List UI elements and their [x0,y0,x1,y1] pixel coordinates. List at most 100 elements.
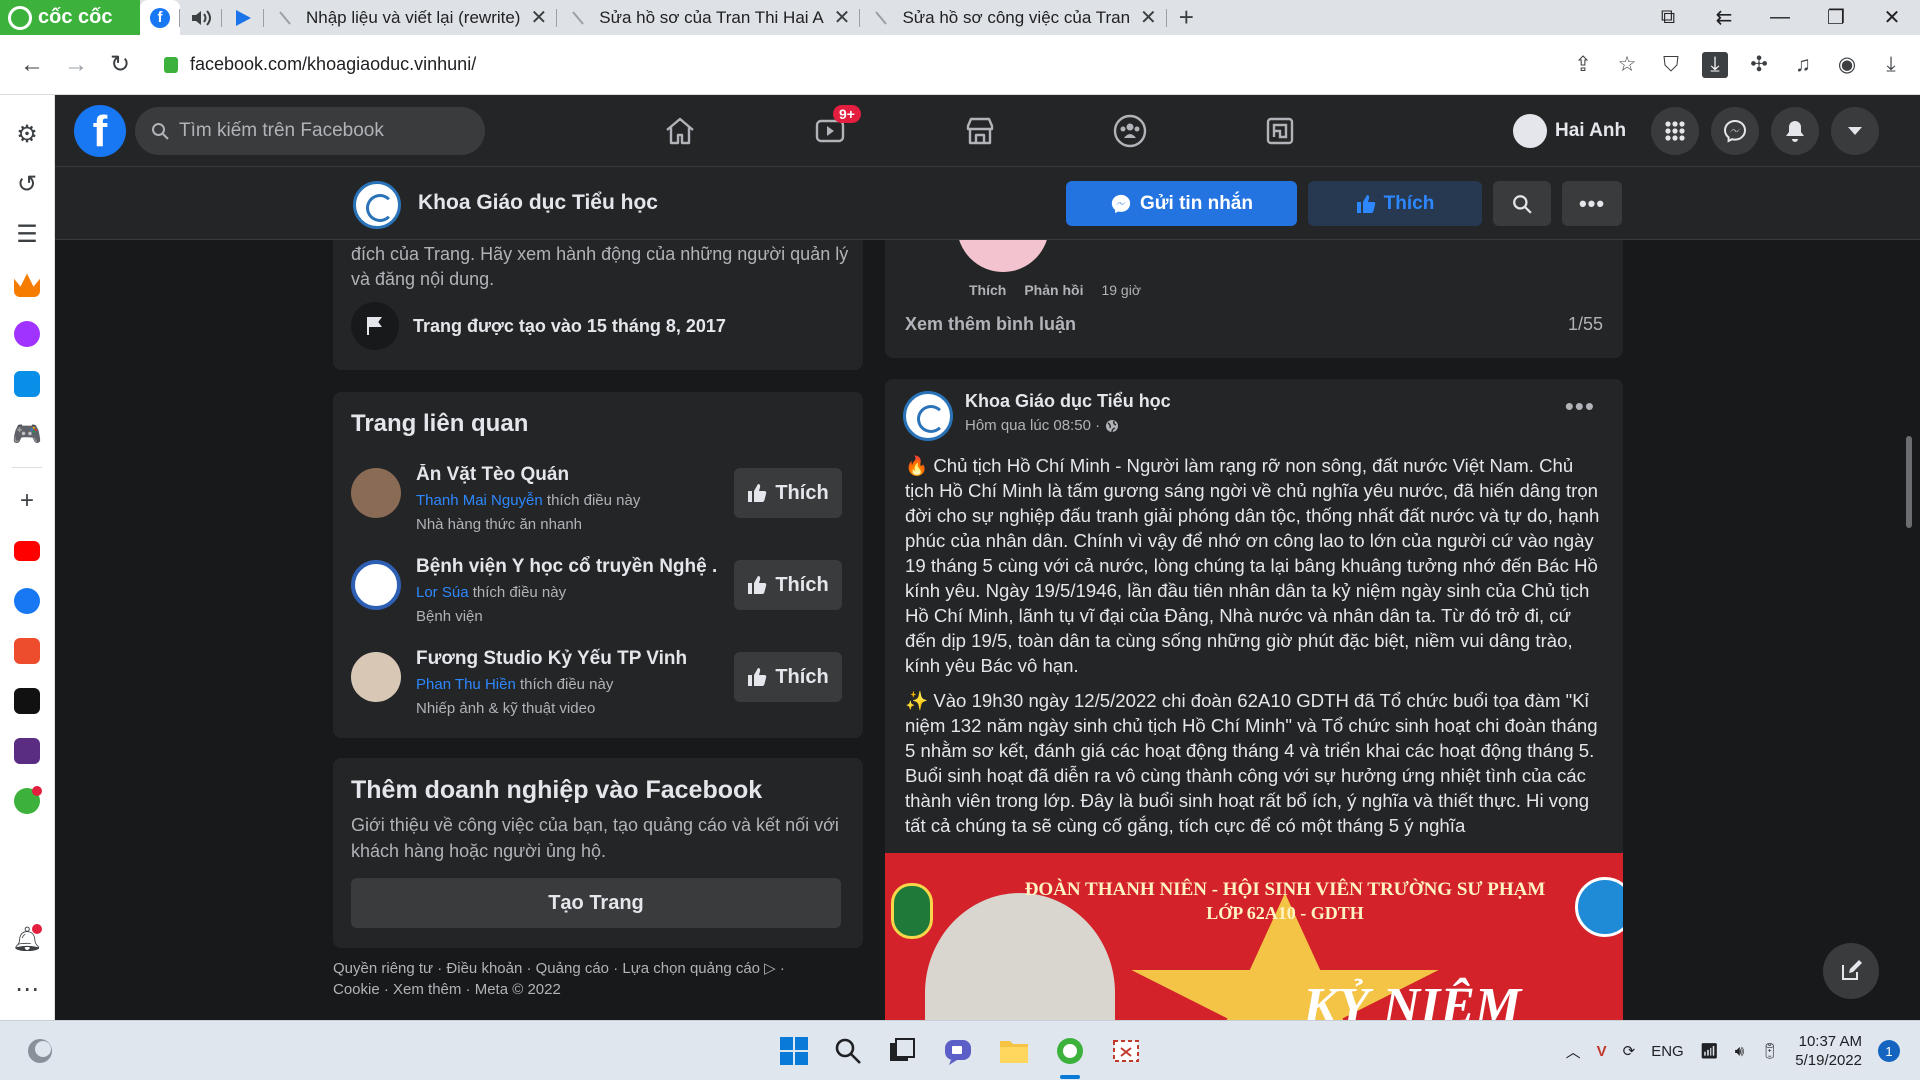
bell-icon[interactable]: 🔔︎ [10,922,44,956]
task-view-icon[interactable] [886,1035,918,1067]
scrollbar-thumb[interactable] [1906,436,1912,528]
avatar[interactable] [903,391,953,441]
nav-gaming[interactable] [1225,95,1335,167]
like-related-button[interactable]: Thích [734,560,842,610]
search-page-button[interactable] [1493,181,1551,226]
settings-gear-icon[interactable]: ⚙ [10,117,44,151]
screenshot-icon[interactable]: ⧉ [1640,6,1696,29]
maximize-button[interactable]: ❐ [1808,5,1864,30]
liker-name[interactable]: Thanh Mai Nguyễn [416,492,543,509]
tab-edit-job-profile[interactable]: Sửa hồ sơ công việc của Tran ✕ [860,0,1167,35]
speaker-icon[interactable] [190,7,212,29]
like-page-button[interactable]: Thích [1308,181,1482,226]
page-title[interactable]: Khoa Giáo dục Tiểu học [418,191,658,215]
download-video-icon[interactable]: ⤓ [1702,51,1728,78]
menu-button[interactable] [1651,107,1699,155]
tab-media[interactable] [222,0,264,35]
related-page-name[interactable]: Fương Studio Kỷ Yếu TP Vinh [416,648,687,670]
nav-groups[interactable] [1075,95,1185,167]
chat-icon[interactable] [942,1035,974,1067]
shield-icon[interactable]: ⛉ [1658,52,1684,78]
search-icon[interactable] [832,1035,864,1067]
comment-like-link[interactable]: Thích [969,282,1006,298]
tray-refresh-icon[interactable]: ⟳ [1623,1042,1636,1060]
music-icon[interactable]: ♫ [1790,52,1816,78]
game-app-icon[interactable] [10,734,44,768]
like-related-button[interactable]: Thích [734,652,842,702]
see-more-comments-link[interactable]: Xem thêm bình luận [905,314,1076,335]
page-more-button[interactable]: ••• [1562,181,1622,226]
related-page-name[interactable]: Bệnh viện Y học cổ truyền Nghệ ... [416,556,716,578]
account-button[interactable] [1831,107,1879,155]
shopee-icon[interactable] [10,634,44,668]
profile-button[interactable]: Hai Anh [1513,111,1626,151]
tray-chevron-up-icon[interactable]: ︿ [1566,1041,1581,1062]
facebook-icon[interactable] [10,584,44,618]
profile-icon[interactable]: ◉ [1834,52,1860,78]
messenger-button[interactable] [1711,107,1759,155]
tray-app-icon[interactable]: V [1597,1043,1607,1060]
zalo-icon[interactable] [10,367,44,401]
nav-home[interactable] [625,95,735,167]
messenger-icon[interactable] [10,317,44,351]
bookmark-star-icon[interactable]: ☆ [1614,52,1640,78]
comment-time[interactable]: 19 giờ [1101,282,1141,298]
nav-watch[interactable]: 9+ [775,95,885,167]
tab-edit-profile[interactable]: Sửa hồ sơ của Tran Thi Hai A ✕ [557,0,861,35]
share-icon[interactable]: ⇪ [1570,52,1596,78]
post-time-text[interactable]: Hôm qua lúc 08:50 · [965,417,1100,434]
like-related-button[interactable]: Thích [734,468,842,518]
close-tab-icon[interactable]: ✕ [1140,5,1157,30]
notification-count-badge[interactable]: 1 [1878,1040,1900,1062]
volume-icon[interactable]: 🔊︎ [1735,1043,1744,1060]
related-page-name[interactable]: Ăn Vặt Tèo Quán [416,464,569,486]
tab-audio[interactable] [180,0,222,35]
liker-name[interactable]: Phan Thu Hiền [416,676,516,693]
wifi-icon[interactable]: 📶︎ [1700,1042,1719,1060]
crown-icon[interactable] [10,267,44,301]
extensions-puzzle-icon[interactable]: ✣ [1746,52,1772,78]
clock[interactable]: 10:37 AM 5/19/2022 [1795,1032,1862,1070]
post-author[interactable]: Khoa Giáo dục Tiểu học [965,391,1171,412]
facebook-logo-icon[interactable]: f [74,105,126,157]
new-tab-button[interactable]: + [1167,2,1206,33]
snipping-tool-icon[interactable] [1110,1035,1142,1067]
reading-list-icon[interactable]: ☰ [10,217,44,251]
new-message-button[interactable] [1823,943,1879,999]
file-explorer-icon[interactable] [998,1035,1030,1067]
add-app-icon[interactable]: + [10,484,44,518]
youtube-icon[interactable] [10,534,44,568]
forward-button[interactable]: → [54,51,98,79]
coccoc-taskbar-icon[interactable] [1054,1035,1086,1067]
send-message-button[interactable]: Gửi tin nhắn [1066,181,1297,226]
coccoc-app-icon[interactable] [10,784,44,818]
create-page-button[interactable]: Tạo Trang [351,878,841,928]
avatar[interactable] [351,560,401,610]
tiktok-icon[interactable] [10,684,44,718]
tab-facebook[interactable]: f [140,0,180,35]
post-options-button[interactable]: ••• [1565,391,1595,422]
more-icon[interactable]: ⋯ [10,972,44,1006]
post-image[interactable]: ĐOÀN THANH NIÊN - HỘI SINH VIÊN TRƯỜNG S… [885,853,1623,1020]
minimize-button[interactable]: — [1752,6,1808,29]
liker-name[interactable]: Lor Súa [416,584,469,601]
sync-icon[interactable]: ⇇ [1696,5,1752,30]
reload-button[interactable]: ↻ [98,50,142,79]
facebook-search[interactable] [135,107,485,155]
lock-icon[interactable] [164,56,178,73]
start-windows-icon[interactable] [778,1035,810,1067]
close-tab-icon[interactable]: ✕ [530,5,547,30]
comment-reply-link[interactable]: Phản hồi [1024,282,1083,298]
avatar[interactable] [351,652,401,702]
close-tab-icon[interactable]: ✕ [834,5,851,30]
battery-icon[interactable]: 🔋︎ [1760,1042,1779,1060]
weather-icon[interactable] [24,1035,56,1067]
history-icon[interactable]: ↺ [10,167,44,201]
avatar[interactable] [351,468,401,518]
tab-rewrite[interactable]: Nhập liệu và viết lại (rewrite) ✕ [264,0,558,35]
notifications-button[interactable] [1771,107,1819,155]
footer-line[interactable]: Cookie · Xem thêm · Meta © 2022 [333,979,853,1000]
downloads-icon[interactable]: ⤓ [1878,52,1904,78]
gamepad-icon[interactable]: 🎮 [10,417,44,451]
page-logo[interactable] [353,181,401,229]
